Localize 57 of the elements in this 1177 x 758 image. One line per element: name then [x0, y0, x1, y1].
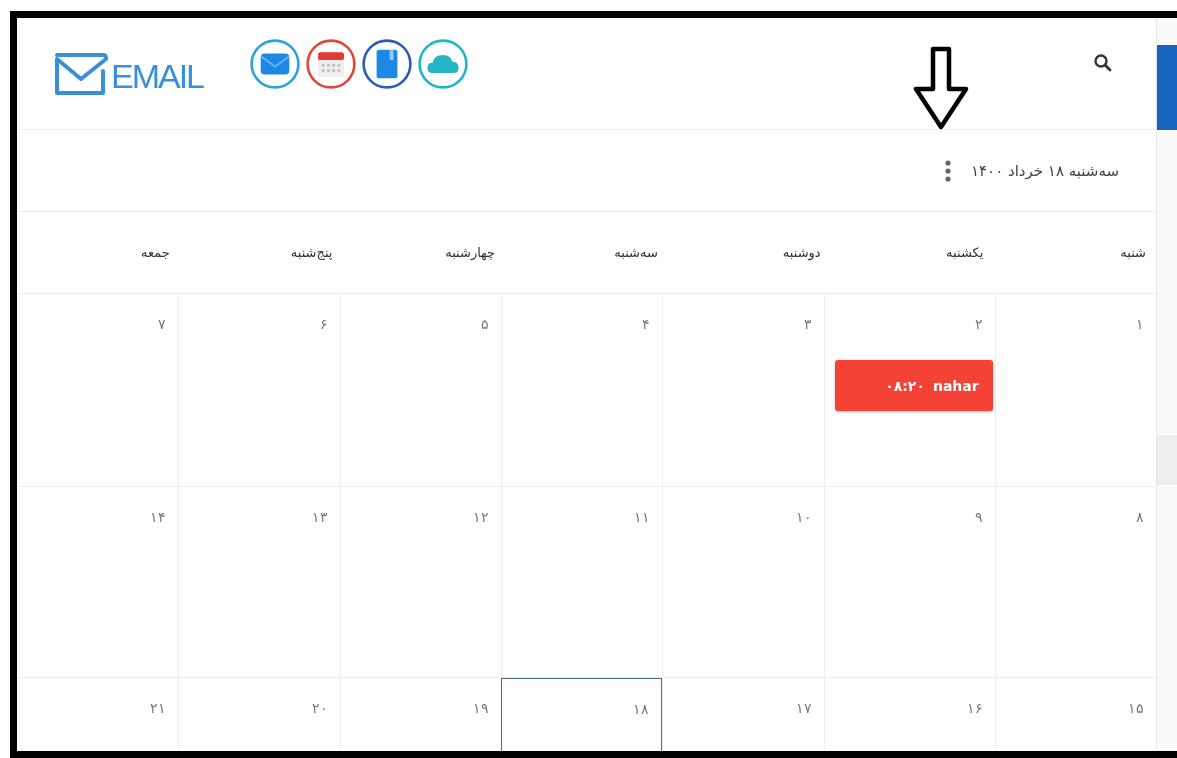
day-cell[interactable]: ۱۰	[662, 487, 824, 678]
envelope-icon	[53, 50, 109, 97]
day-cell[interactable]: ۷	[17, 294, 179, 487]
day-cell[interactable]: ۱۹	[339, 678, 501, 751]
weekday-label: یکشنبه	[946, 245, 984, 260]
day-number: ۲۱	[150, 700, 167, 716]
more-options-icon[interactable]	[945, 159, 951, 182]
envelope-icon[interactable]	[249, 37, 302, 90]
weekday-label: دوشنبه	[782, 245, 821, 260]
day-number: ۱۸	[633, 701, 650, 717]
day-cell[interactable]: ۱۴	[17, 487, 179, 678]
day-number: ۲۰	[311, 700, 328, 716]
day-cell[interactable]: ۳	[662, 294, 824, 487]
day-number: ۳	[803, 316, 812, 332]
day-number: ۱۹	[473, 700, 489, 716]
day-number: ۱۴	[150, 509, 167, 525]
day-number: ۱۶	[966, 700, 983, 716]
day-cell[interactable]: ۱۳	[178, 487, 340, 678]
weekday-label: پنج‌شنبه	[290, 245, 333, 260]
day-number: ۴	[642, 316, 651, 332]
down-arrow-icon	[912, 46, 970, 130]
day-cell[interactable]: ۱۷	[662, 678, 824, 751]
day-number: ۵	[481, 316, 489, 332]
calendar-icon[interactable]	[305, 37, 358, 90]
day-cell[interactable]: ۱	[994, 294, 1156, 487]
day-number: ۱۷	[795, 700, 812, 716]
weekday-label: سه‌شنبه	[614, 245, 658, 260]
day-number: ۹	[974, 509, 983, 525]
weekday-label: شنبه	[1120, 245, 1146, 260]
current-date: سه‌شنبه ۱۸ خرداد ۱۴۰۰	[971, 161, 1119, 180]
logo-text: EMAIL	[111, 58, 204, 93]
day-number: ۱۱	[634, 509, 651, 525]
day-cell[interactable]: ۱۱	[501, 487, 663, 678]
day-number: ۱	[1136, 316, 1144, 332]
day-cell[interactable]: ۲۰	[178, 678, 340, 751]
day-number: ۲	[974, 316, 983, 332]
weekday-label: چهارشنبه	[445, 245, 496, 260]
search-icon[interactable]	[1093, 52, 1113, 73]
day-cell[interactable]: ۴	[501, 294, 663, 487]
day-cell[interactable]: ۱۶	[823, 678, 995, 751]
day-cell[interactable]: ۱۸	[501, 678, 663, 751]
day-cell[interactable]: ۱۲	[339, 487, 501, 678]
day-cell[interactable]: ۸	[994, 487, 1156, 678]
day-number: ۸	[1136, 509, 1144, 525]
day-number: ۱۰	[795, 509, 812, 525]
book-icon[interactable]	[361, 37, 414, 90]
day-number: ۱۳	[311, 509, 328, 525]
day-cell[interactable]: ۱۵	[994, 678, 1156, 751]
day-number: ۱۵	[1128, 700, 1144, 716]
day-cell[interactable]: ۹	[823, 487, 995, 678]
day-cell[interactable]: ۲۱	[17, 678, 179, 751]
weekday-label: جمعه	[140, 245, 170, 260]
day-number: ۱۲	[473, 509, 489, 525]
day-number: ۶	[319, 316, 328, 332]
day-number: ۷	[158, 316, 167, 332]
day-cell[interactable]: ۶	[178, 294, 340, 487]
day-cell[interactable]: ۵	[339, 294, 501, 487]
